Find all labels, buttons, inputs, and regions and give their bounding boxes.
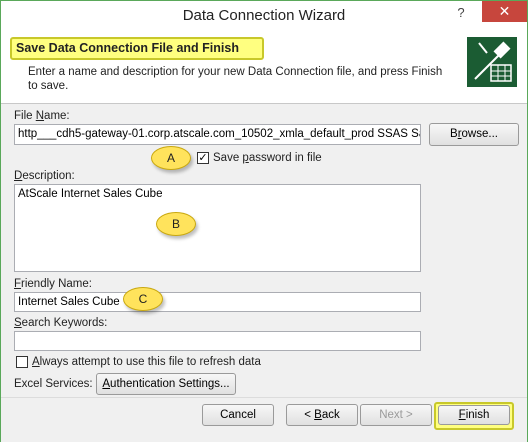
authentication-settings-button[interactable]: Authentication Settings... <box>96 373 236 395</box>
finish-button[interactable]: Finish <box>438 405 510 425</box>
next-button[interactable]: Next > <box>360 404 432 426</box>
close-button[interactable]: ✕ <box>482 1 527 22</box>
search-keywords-input[interactable] <box>14 331 421 351</box>
callout-a: A <box>151 146 191 170</box>
description-label: Description: <box>14 170 75 182</box>
excel-services-label: Excel Services: <box>14 378 93 390</box>
save-password-label: Save password in file <box>213 152 322 164</box>
friendly-name-label: Friendly Name: <box>14 278 92 290</box>
check-mark-icon: ✓ <box>198 152 208 164</box>
file-name-label: File Name: <box>14 110 70 122</box>
friendly-name-input[interactable]: Internet Sales Cube <box>14 292 421 312</box>
description-textarea[interactable]: AtScale Internet Sales Cube <box>14 184 421 272</box>
always-refresh-checkbox[interactable] <box>16 356 28 368</box>
data-connection-wizard-window: Data Connection Wizard ? ✕ Save Data Con… <box>0 0 528 442</box>
browse-button[interactable]: Browse... <box>429 123 519 146</box>
cancel-button[interactable]: Cancel <box>202 404 274 426</box>
back-button[interactable]: < Back <box>286 404 358 426</box>
help-button[interactable]: ? <box>448 3 474 23</box>
callout-c: C <box>123 287 163 311</box>
data-connection-icon <box>467 37 517 87</box>
callout-b: B <box>156 212 196 236</box>
file-name-input[interactable]: http___cdh5-gateway-01.corp.atscale.com_… <box>14 124 421 145</box>
wizard-header: Save Data Connection File and Finish Ent… <box>1 31 527 104</box>
header-description: Enter a name and description for your ne… <box>28 66 443 92</box>
always-refresh-label: Always attempt to use this file to refre… <box>32 356 261 368</box>
header-title: Save Data Connection File and Finish <box>16 41 239 55</box>
search-keywords-label: Search Keywords: <box>14 317 108 329</box>
title-bar: Data Connection Wizard ? ✕ <box>1 1 527 31</box>
save-password-checkbox[interactable]: ✓ <box>197 152 209 164</box>
